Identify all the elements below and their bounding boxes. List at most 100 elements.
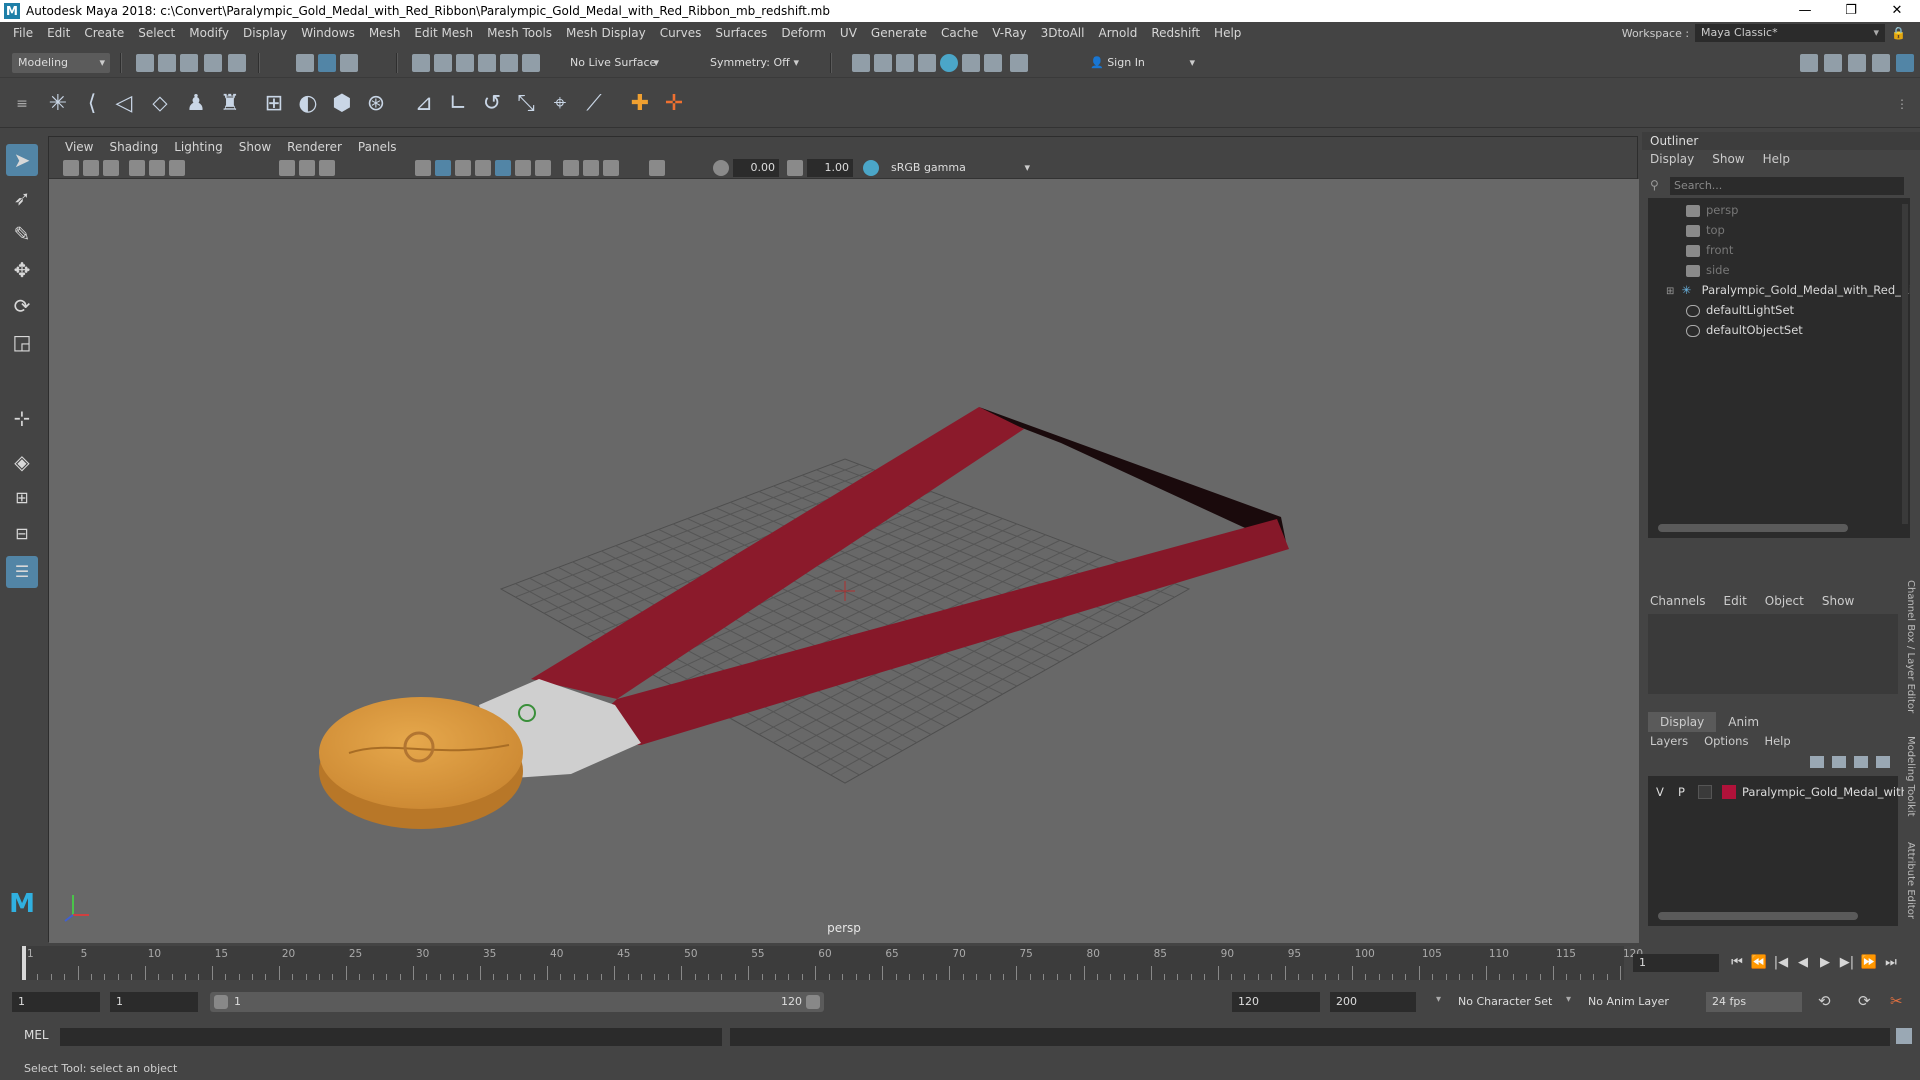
sign-in-button[interactable]: 👤 Sign In bbox=[1084, 53, 1200, 73]
render-current-icon[interactable] bbox=[874, 54, 892, 72]
anti-aliasing-icon[interactable] bbox=[603, 160, 619, 176]
viewport-menu-renderer[interactable]: Renderer bbox=[279, 140, 350, 154]
menu-generate[interactable]: Generate bbox=[864, 26, 934, 40]
tool-settings-icon[interactable] bbox=[1872, 54, 1890, 72]
menu-edit-mesh[interactable]: Edit Mesh bbox=[407, 26, 480, 40]
outliner-item-default-light-set[interactable]: defaultLightSet bbox=[1648, 300, 1910, 320]
step-back-key-button[interactable]: ⏪ bbox=[1750, 954, 1768, 972]
outliner-search-input[interactable]: Search... bbox=[1670, 177, 1904, 195]
ik-fk-switch-icon[interactable]: ✛ bbox=[660, 90, 688, 118]
motion-blur-icon[interactable] bbox=[583, 160, 599, 176]
menuset-dropdown[interactable]: Modeling bbox=[12, 53, 110, 73]
script-language-toggle[interactable]: MEL bbox=[24, 1028, 49, 1042]
open-scene-icon[interactable] bbox=[158, 54, 176, 72]
menu-modify[interactable]: Modify bbox=[182, 26, 236, 40]
humanik-character-icon[interactable]: ♟ bbox=[182, 90, 210, 118]
menu-surfaces[interactable]: Surfaces bbox=[708, 26, 774, 40]
layout-four-icon[interactable]: ⊟ bbox=[6, 518, 38, 550]
lock-icon[interactable]: 🔒 bbox=[1891, 26, 1906, 40]
outliner-item-default-object-set[interactable]: defaultObjectSet bbox=[1648, 320, 1910, 340]
play-backwards-button[interactable]: ◀ bbox=[1794, 954, 1812, 972]
point-constraint-icon[interactable]: ∟ bbox=[444, 90, 472, 118]
attribute-editor-icon[interactable] bbox=[1848, 54, 1866, 72]
menu-windows[interactable]: Windows bbox=[294, 26, 362, 40]
bookmark-icon[interactable] bbox=[103, 160, 119, 176]
command-input[interactable] bbox=[60, 1028, 722, 1046]
parent-constraint-icon[interactable]: ⊿ bbox=[410, 90, 438, 118]
fps-dropdown[interactable]: 24 fps bbox=[1706, 992, 1802, 1012]
redo-icon[interactable] bbox=[228, 54, 246, 72]
pause-viewport-icon[interactable] bbox=[1010, 54, 1028, 72]
xray-icon[interactable] bbox=[495, 160, 511, 176]
layer-color-swatch[interactable] bbox=[1722, 785, 1736, 799]
step-back-frame-button[interactable]: |◀ bbox=[1772, 954, 1790, 972]
menu-mesh-tools[interactable]: Mesh Tools bbox=[480, 26, 559, 40]
gamma-field[interactable]: 1.00 bbox=[807, 159, 853, 177]
character-set-dropdown[interactable]: No Character Set bbox=[1452, 992, 1570, 1012]
layer-row[interactable]: V P Paralympic_Gold_Medal_with_ bbox=[1648, 782, 1914, 802]
channel-menu-channels[interactable]: Channels bbox=[1650, 590, 1706, 612]
time-slider-track[interactable]: 1 5 10 15 20 25 30 35 40 45 50 55 60 65 70 75 80 85 90 95 10… bbox=[20, 946, 1643, 980]
play-forwards-button[interactable]: ▶ bbox=[1816, 954, 1834, 972]
save-scene-icon[interactable] bbox=[180, 54, 198, 72]
expand-icon[interactable]: ⊞ bbox=[1666, 282, 1678, 300]
grid-toggle-icon[interactable] bbox=[279, 160, 295, 176]
outliner-vscrollbar[interactable] bbox=[1902, 204, 1908, 524]
viewport-menu-show[interactable]: Show bbox=[231, 140, 279, 154]
outliner-menu-show[interactable]: Show bbox=[1712, 150, 1744, 168]
color-management-icon[interactable] bbox=[863, 160, 879, 176]
move-tool-icon[interactable]: ✥ bbox=[6, 254, 38, 286]
new-layer-selected-icon[interactable] bbox=[1876, 756, 1890, 768]
menu-cache[interactable]: Cache bbox=[934, 26, 985, 40]
range-start-handle[interactable] bbox=[214, 995, 228, 1009]
live-surface-field[interactable]: No Live Surface bbox=[564, 53, 664, 73]
step-forward-frame-button[interactable]: ▶| bbox=[1838, 954, 1856, 972]
outliner-item-side[interactable]: side bbox=[1648, 260, 1910, 280]
nonlinear-icon[interactable]: ⊛ bbox=[362, 90, 390, 118]
light-editor-icon[interactable] bbox=[984, 54, 1002, 72]
scene-end-field[interactable]: 200 bbox=[1330, 992, 1416, 1012]
wireframe-icon[interactable] bbox=[415, 160, 431, 176]
anim-layer-icon[interactable]: ▾ bbox=[1566, 994, 1571, 1005]
select-tool-icon[interactable]: ➤ bbox=[6, 144, 38, 176]
cluster-icon[interactable]: ◐ bbox=[294, 90, 322, 118]
move-layer-up-icon[interactable] bbox=[1810, 756, 1824, 768]
snap-grid-icon[interactable] bbox=[412, 54, 430, 72]
ambient-occlusion-icon[interactable] bbox=[563, 160, 579, 176]
scene-start-field[interactable]: 1 bbox=[12, 992, 100, 1012]
lattice-icon[interactable]: ⊞ bbox=[260, 90, 288, 118]
camera-attributes-icon[interactable] bbox=[83, 160, 99, 176]
layer-menu-help[interactable]: Help bbox=[1764, 732, 1790, 750]
snap-curve-icon[interactable] bbox=[434, 54, 452, 72]
layer-hscrollbar[interactable] bbox=[1658, 912, 1858, 920]
scale-tool-icon[interactable]: ◲ bbox=[6, 326, 38, 358]
channel-menu-object[interactable]: Object bbox=[1765, 590, 1804, 612]
outliner-layout-icon[interactable]: ☰ bbox=[6, 556, 38, 588]
render-settings-icon[interactable] bbox=[852, 54, 870, 72]
snap-view-icon[interactable] bbox=[478, 54, 496, 72]
menu-help[interactable]: Help bbox=[1207, 26, 1248, 40]
workspace-dropdown[interactable]: Maya Classic* bbox=[1695, 24, 1886, 42]
restore-button[interactable]: ❐ bbox=[1828, 0, 1874, 22]
menu-uv[interactable]: UV bbox=[833, 26, 864, 40]
menu-select[interactable]: Select bbox=[131, 26, 182, 40]
scale-constraint-icon[interactable]: ⤡ bbox=[512, 90, 540, 118]
frame-all-icon[interactable] bbox=[149, 160, 165, 176]
channel-box-body[interactable] bbox=[1648, 614, 1898, 694]
viewport-menu-lighting[interactable]: Lighting bbox=[166, 140, 231, 154]
playback-start-field[interactable]: 1 bbox=[110, 992, 198, 1012]
outliner-hscrollbar[interactable] bbox=[1658, 524, 1848, 532]
viewport-menu-panels[interactable]: Panels bbox=[350, 140, 405, 154]
pole-vector-icon[interactable]: ⟋ bbox=[580, 90, 608, 118]
current-frame-field[interactable]: 1 bbox=[1633, 954, 1719, 972]
paint-select-tool-icon[interactable]: ✎ bbox=[6, 218, 38, 250]
lighting-icon[interactable] bbox=[515, 160, 531, 176]
modeling-toolkit-icon[interactable] bbox=[1800, 54, 1818, 72]
menu-mesh[interactable]: Mesh bbox=[362, 26, 408, 40]
aim-constraint-icon[interactable]: ⌖ bbox=[546, 90, 574, 118]
render-setup-icon[interactable] bbox=[962, 54, 980, 72]
outliner-item-top[interactable]: top bbox=[1648, 220, 1910, 240]
tab-display[interactable]: Display bbox=[1648, 712, 1717, 732]
range-bar[interactable]: 1 120 bbox=[210, 992, 824, 1012]
snap-surface-icon[interactable] bbox=[500, 54, 518, 72]
